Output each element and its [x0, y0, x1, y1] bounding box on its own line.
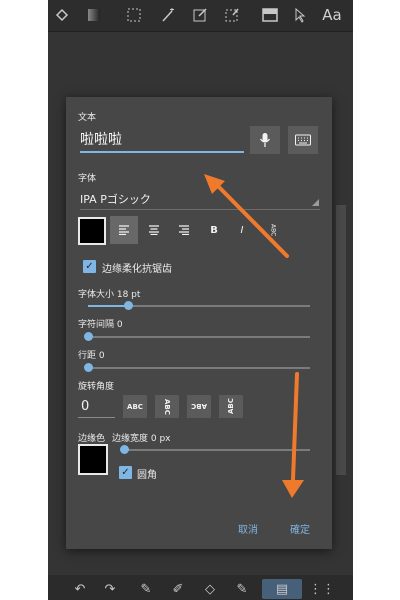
arrow-to-text-input [204, 174, 289, 258]
arrow-to-confirm-button [282, 372, 304, 498]
annotation-arrows [204, 174, 304, 498]
